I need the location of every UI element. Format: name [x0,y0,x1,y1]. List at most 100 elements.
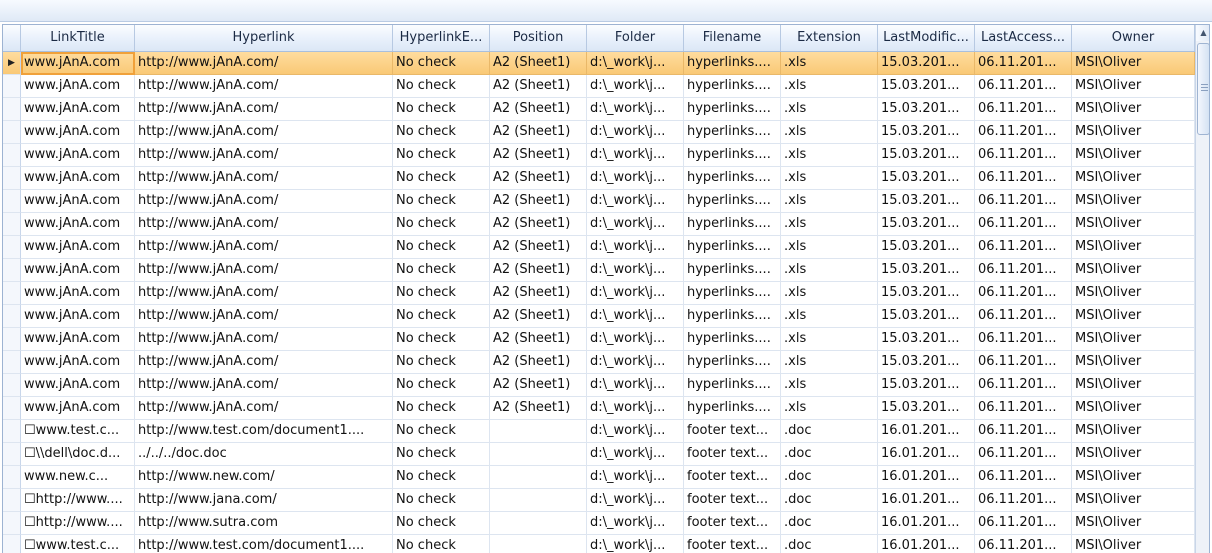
cell-filename[interactable]: hyperlinks.... [684,259,781,282]
cell-owner[interactable]: MSI\Oliver [1072,144,1195,167]
cell-folder[interactable]: d:\_work\j... [587,52,684,75]
cell-position[interactable]: A2 (Sheet1) [490,259,587,282]
cell-folder[interactable]: d:\_work\j... [587,121,684,144]
table-row[interactable]: www.jAnA.com http://www.jAnA.com/No check… [3,213,1195,236]
table-row[interactable]: ☐\\dell\doc.d... ../../../doc.doc No check… [3,443,1195,466]
cell-extension[interactable]: .doc [781,512,878,535]
cell-hyperlink[interactable]: http://www.sutra.com [135,512,393,535]
column-header-filename[interactable]: Filename [684,25,781,51]
cell-filename[interactable]: footer text... [684,535,781,553]
cell-title[interactable]: www.new.c... [21,466,135,489]
cell-title[interactable]: www.jAnA.com [21,121,135,144]
cell-position[interactable]: A2 (Sheet1) [490,351,587,374]
cell-title[interactable]: www.jAnA.com [21,52,135,75]
cell-position[interactable] [490,443,587,466]
cell-owner[interactable]: MSI\Oliver [1072,466,1195,489]
cell-position[interactable]: A2 (Sheet1) [490,236,587,259]
cell-position[interactable]: A2 (Sheet1) [490,52,587,75]
cell-owner[interactable]: MSI\Oliver [1072,167,1195,190]
cell-hyperlink-exists[interactable]: No check [393,213,490,236]
row-header[interactable] [3,282,21,305]
cell-hyperlink[interactable]: http://www.jAnA.com/ [135,121,393,144]
cell-hyperlink[interactable]: http://www.jAnA.com/ [135,374,393,397]
cell-title[interactable]: www.jAnA.com [21,259,135,282]
cell-position[interactable]: A2 (Sheet1) [490,190,587,213]
cell-extension[interactable]: .xls [781,121,878,144]
cell-position[interactable]: A2 (Sheet1) [490,121,587,144]
cell-filename[interactable]: hyperlinks.... [684,236,781,259]
cell-hyperlink-exists[interactable]: No check [393,236,490,259]
cell-last-accessed[interactable]: 06.11.201... [975,374,1072,397]
cell-last-modified[interactable]: 15.03.201... [878,144,975,167]
table-row[interactable]: www.jAnA.com http://www.jAnA.com/No check… [3,75,1195,98]
cell-hyperlink[interactable]: http://www.jAnA.com/ [135,190,393,213]
cell-last-accessed[interactable]: 06.11.201... [975,420,1072,443]
table-row[interactable]: www.jAnA.com http://www.jAnA.com/No check… [3,98,1195,121]
cell-owner[interactable]: MSI\Oliver [1072,305,1195,328]
cell-title[interactable]: www.jAnA.com [21,98,135,121]
row-header[interactable] [3,443,21,466]
cell-owner[interactable]: MSI\Oliver [1072,75,1195,98]
cell-position[interactable]: A2 (Sheet1) [490,305,587,328]
cell-hyperlink[interactable]: http://www.jAnA.com/ [135,282,393,305]
cell-filename[interactable]: hyperlinks.... [684,374,781,397]
cell-filename[interactable]: hyperlinks.... [684,213,781,236]
cell-hyperlink[interactable]: http://www.jAnA.com/ [135,75,393,98]
cell-hyperlink-exists[interactable]: No check [393,351,490,374]
cell-owner[interactable]: MSI\Oliver [1072,351,1195,374]
column-header-last-modified[interactable]: LastModific... [878,25,975,51]
cell-hyperlink[interactable]: http://www.jAnA.com/ [135,213,393,236]
cell-folder[interactable]: d:\_work\j... [587,190,684,213]
cell-last-modified[interactable]: 15.03.201... [878,121,975,144]
cell-last-modified[interactable]: 15.03.201... [878,374,975,397]
table-row[interactable]: www.jAnA.com http://www.jAnA.com/No check… [3,282,1195,305]
cell-folder[interactable]: d:\_work\j... [587,282,684,305]
cell-title[interactable]: www.jAnA.com [21,351,135,374]
cell-owner[interactable]: MSI\Oliver [1072,489,1195,512]
cell-extension[interactable]: .xls [781,167,878,190]
column-header-folder[interactable]: Folder [587,25,684,51]
cell-folder[interactable]: d:\_work\j... [587,489,684,512]
cell-title[interactable]: www.jAnA.com [21,397,135,420]
cell-extension[interactable]: .xls [781,213,878,236]
cell-title[interactable]: www.jAnA.com [21,305,135,328]
row-header[interactable] [3,420,21,443]
table-row[interactable]: www.jAnA.com http://www.jAnA.com/No check… [3,190,1195,213]
cell-position[interactable]: A2 (Sheet1) [490,75,587,98]
cell-extension[interactable]: .xls [781,75,878,98]
cell-hyperlink-exists[interactable]: No check [393,305,490,328]
cell-folder[interactable]: d:\_work\j... [587,351,684,374]
cell-filename[interactable]: hyperlinks.... [684,282,781,305]
cell-hyperlink[interactable]: http://www.test.com/document1.... [135,535,393,553]
row-header[interactable] [3,190,21,213]
cell-position[interactable]: A2 (Sheet1) [490,167,587,190]
cell-owner[interactable]: MSI\Oliver [1072,374,1195,397]
cell-owner[interactable]: MSI\Oliver [1072,52,1195,75]
cell-hyperlink-exists[interactable]: No check [393,259,490,282]
cell-hyperlink-exists[interactable]: No check [393,512,490,535]
cell-hyperlink[interactable]: http://www.jAnA.com/ [135,351,393,374]
cell-hyperlink[interactable]: http://www.jAnA.com/ [135,236,393,259]
cell-last-modified[interactable]: 16.01.201... [878,535,975,553]
cell-position[interactable]: A2 (Sheet1) [490,282,587,305]
cell-owner[interactable]: MSI\Oliver [1072,213,1195,236]
cell-folder[interactable]: d:\_work\j... [587,167,684,190]
cell-extension[interactable]: .xls [781,144,878,167]
cell-owner[interactable]: MSI\Oliver [1072,259,1195,282]
table-row[interactable]: www.jAnA.com http://www.jAnA.com/No check… [3,305,1195,328]
cell-title[interactable]: www.jAnA.com [21,144,135,167]
cell-hyperlink-exists[interactable]: No check [393,190,490,213]
cell-last-modified[interactable]: 15.03.201... [878,397,975,420]
cell-hyperlink-exists[interactable]: No check [393,98,490,121]
cell-hyperlink[interactable]: http://www.jAnA.com/ [135,305,393,328]
table-row[interactable]: www.jAnA.com http://www.jAnA.com/No check… [3,236,1195,259]
cell-extension[interactable]: .doc [781,443,878,466]
cell-extension[interactable]: .doc [781,489,878,512]
cell-hyperlink[interactable]: http://www.jana.com/ [135,489,393,512]
row-header[interactable] [3,144,21,167]
column-header-owner[interactable]: Owner [1072,25,1195,51]
cell-extension[interactable]: .xls [781,374,878,397]
cell-filename[interactable]: hyperlinks.... [684,121,781,144]
cell-title[interactable]: www.jAnA.com [21,190,135,213]
cell-extension[interactable]: .xls [781,259,878,282]
